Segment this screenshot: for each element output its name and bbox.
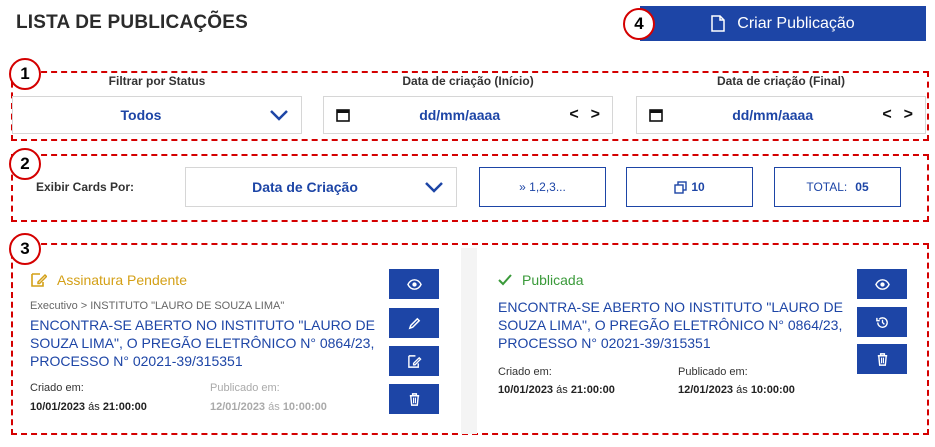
card-2-title[interactable]: ENCONTRA-SE ABERTO NO INSTITUTO "LAURO D… [498, 298, 843, 352]
history-icon [875, 316, 888, 328]
callout-1: 1 [9, 58, 41, 90]
card-1-edit-button[interactable] [389, 308, 439, 338]
card-1-created-label: Criado em: [30, 382, 84, 394]
page-title: LISTA DE PUBLICAÇÕES [16, 12, 249, 33]
end-date-placeholder: dd/mm/aaaa [732, 107, 814, 123]
card-1-delete-button[interactable] [389, 384, 439, 414]
pencil-icon [408, 317, 420, 329]
end-date-input[interactable]: dd/mm/aaaa < > [636, 96, 926, 134]
start-date-input[interactable]: dd/mm/aaaa < > [323, 96, 613, 134]
callout-2: 2 [9, 148, 41, 180]
callout-3: 3 [9, 233, 41, 265]
create-publication-label: Criar Publicação [737, 14, 855, 32]
card-1-published-label: Publicado em: [210, 382, 280, 394]
start-date-placeholder: dd/mm/aaaa [419, 107, 501, 123]
end-date-label: Data de criação (Final) [716, 74, 846, 88]
card-1-breadcrumb: Executivo > INSTITUTO "LAURO DE SOUZA LI… [30, 300, 285, 312]
card-divider [461, 248, 477, 434]
card-1-status-text: Assinatura Pendente [57, 272, 187, 288]
sort-select[interactable]: Data de Criação [185, 167, 457, 207]
card-2-created-label: Criado em: [498, 366, 552, 378]
end-date-next[interactable]: > [904, 106, 913, 124]
card-2-published-label: Publicado em: [678, 366, 748, 378]
status-filter-label: Filtrar por Status [108, 74, 206, 88]
check-icon [498, 274, 512, 286]
card-1-title[interactable]: ENCONTRA-SE ABERTO NO INSTITUTO "LAURO D… [30, 316, 375, 370]
card-2-created-value: 10/01/2023 ás 21:00:00 [498, 384, 615, 396]
per-page-value: 10 [691, 180, 705, 194]
eye-icon [406, 278, 422, 290]
status-filter-select[interactable]: Todos [12, 96, 302, 134]
card-2-status-text: Publicada [522, 272, 584, 288]
card-1-published-value: 12/01/2023 ás 10:00:00 [210, 401, 327, 413]
start-date-prev[interactable]: < [569, 106, 578, 124]
copy-icon [674, 180, 688, 194]
card-2-status: Publicada [498, 272, 584, 288]
sort-value: Data de Criação [252, 179, 358, 195]
per-page-button[interactable]: 10 [626, 167, 753, 207]
calendar-icon [336, 109, 350, 122]
sign-document-icon [407, 354, 422, 368]
pagination-button[interactable]: » 1,2,3... [479, 167, 606, 207]
calendar-icon [649, 109, 663, 122]
card-2-published-value: 12/01/2023 ás 10:00:00 [678, 384, 795, 396]
trash-icon [409, 392, 419, 406]
card-1-view-button[interactable] [389, 269, 439, 299]
trash-icon [877, 352, 887, 366]
display-label: Exibir Cards Por: [36, 180, 135, 194]
total-value: 05 [855, 180, 869, 194]
card-1-sign-button[interactable] [389, 346, 439, 376]
end-date-prev[interactable]: < [882, 106, 891, 124]
card-2-view-button[interactable] [857, 269, 907, 299]
sign-document-icon [31, 273, 47, 287]
callout-4: 4 [623, 8, 655, 40]
eye-icon [874, 278, 890, 290]
chevron-down-icon [270, 110, 288, 121]
card-2-history-button[interactable] [857, 307, 907, 337]
card-1-created-value: 10/01/2023 ás 21:00:00 [30, 401, 147, 413]
card-2-delete-button[interactable] [857, 344, 907, 374]
chevron-down-icon [425, 182, 443, 193]
document-icon [711, 15, 726, 32]
total-badge: TOTAL: 05 [774, 167, 901, 207]
total-label: TOTAL: [806, 180, 848, 194]
create-publication-button[interactable]: Criar Publicação [640, 6, 926, 41]
status-filter-value: Todos [120, 107, 162, 123]
start-date-next[interactable]: > [591, 106, 600, 124]
start-date-label: Data de criação (Início) [402, 74, 534, 88]
pagination-label: » 1,2,3... [519, 180, 566, 194]
card-1-status: Assinatura Pendente [30, 272, 187, 288]
